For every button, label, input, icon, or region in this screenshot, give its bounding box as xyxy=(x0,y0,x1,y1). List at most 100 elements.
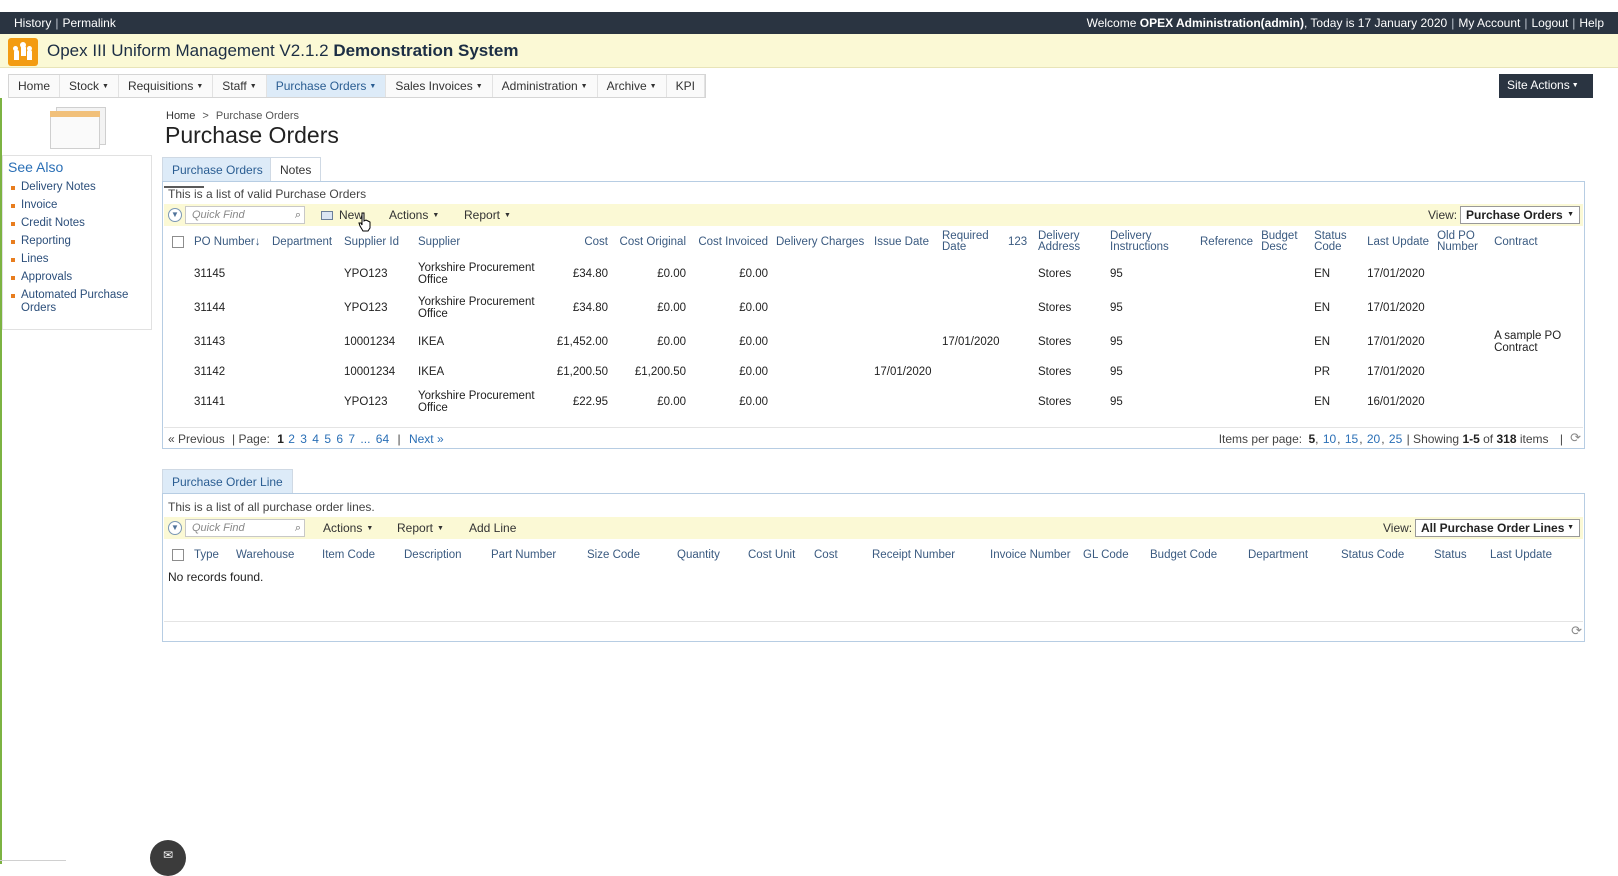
report-menu[interactable]: Report ▼ xyxy=(464,208,511,222)
my-account-link[interactable]: My Account xyxy=(1458,16,1520,30)
col-budget-code[interactable]: Budget Code xyxy=(1146,540,1244,570)
col-receipt-number[interactable]: Receipt Number xyxy=(868,540,986,570)
col-status-code[interactable]: Status Code xyxy=(1310,227,1363,257)
pol-actions-menu[interactable]: Actions ▼ xyxy=(323,521,373,535)
nav-requisitions[interactable]: Requisitions ▼ xyxy=(119,75,214,97)
col-department[interactable]: Department xyxy=(1244,540,1337,570)
col-status[interactable]: Status xyxy=(1430,540,1486,570)
nav-kpi[interactable]: KPI xyxy=(667,75,705,97)
search-icon[interactable]: ⌕ xyxy=(295,522,301,535)
tab-purchase-order-line[interactable]: Purchase Order Line xyxy=(162,469,293,493)
previous-link[interactable]: « Previous xyxy=(168,432,225,446)
col-type[interactable]: Type xyxy=(190,540,232,570)
col-cost-invoiced[interactable]: Cost Invoiced xyxy=(690,227,772,257)
col-budget-desc[interactable]: Budget Desc xyxy=(1257,227,1310,257)
nav-administration[interactable]: Administration ▼ xyxy=(493,75,598,97)
table-row[interactable]: 31141 YPO123 Yorkshire Procurement Offic… xyxy=(164,386,1585,418)
see-also-invoice[interactable]: Invoice xyxy=(9,199,149,212)
col-supplier[interactable]: Supplier xyxy=(414,227,550,257)
history-link[interactable]: History xyxy=(14,16,51,30)
col-cost[interactable]: Cost xyxy=(810,540,868,570)
refresh-icon[interactable]: ⟳ xyxy=(1571,623,1582,639)
po-number-link[interactable]: 31145 xyxy=(190,257,268,291)
select-all-checkbox[interactable] xyxy=(172,548,184,561)
po-number-link[interactable]: 31144 xyxy=(190,291,268,325)
tab-purchase-orders[interactable]: Purchase Orders xyxy=(162,157,273,181)
add-line-button[interactable]: Add Line xyxy=(469,521,516,535)
page-link[interactable]: 5 xyxy=(324,432,331,446)
po-number-link[interactable]: 31142 xyxy=(190,358,268,386)
help-link[interactable]: Help xyxy=(1579,16,1604,30)
actions-menu[interactable]: Actions ▼ xyxy=(389,208,439,222)
po-number-link[interactable]: 31141 xyxy=(190,386,268,418)
col-status-code[interactable]: Status Code xyxy=(1337,540,1430,570)
col-required-date[interactable]: Required Date xyxy=(938,227,1004,257)
page-link[interactable]: 2 xyxy=(288,432,295,446)
page-link[interactable]: 7 xyxy=(348,432,355,446)
col-old-po-number[interactable]: Old PO Number xyxy=(1433,227,1490,257)
col-po-number[interactable]: PO Number↓ xyxy=(190,227,268,257)
breadcrumb-home[interactable]: Home xyxy=(166,110,195,122)
po-quick-find-input[interactable]: Quick Find ⌕ xyxy=(185,206,305,224)
table-row[interactable]: 31142 10001234 IKEA £1,200.50 £1,200.50 … xyxy=(164,358,1585,386)
col-warehouse[interactable]: Warehouse xyxy=(232,540,318,570)
col-last-update[interactable]: Last Update xyxy=(1486,540,1585,570)
page-link[interactable]: 64 xyxy=(376,432,389,446)
col-quantity[interactable]: Quantity xyxy=(673,540,744,570)
see-also-reporting[interactable]: Reporting xyxy=(9,235,149,248)
view-select[interactable]: Purchase Orders ▼ xyxy=(1460,206,1580,224)
col-cost-unit[interactable]: Cost Unit xyxy=(744,540,810,570)
col-contract[interactable]: Contract xyxy=(1490,227,1585,257)
col-delivery-charges[interactable]: Delivery Charges xyxy=(772,227,870,257)
permalink-link[interactable]: Permalink xyxy=(62,16,115,30)
col-description[interactable]: Description xyxy=(400,540,487,570)
col-cost-original[interactable]: Cost Original xyxy=(612,227,690,257)
po-number-link[interactable]: 31143 xyxy=(190,325,268,358)
nav-purchase-orders[interactable]: Purchase Orders ▼ xyxy=(266,75,387,97)
col-cost[interactable]: Cost xyxy=(550,227,612,257)
col-item-code[interactable]: Item Code xyxy=(318,540,400,570)
see-also-credit-notes[interactable]: Credit Notes xyxy=(9,217,149,230)
pol-view-select[interactable]: All Purchase Order Lines ▼ xyxy=(1415,519,1580,537)
ipp-option[interactable]: 20 xyxy=(1367,432,1380,446)
page-link[interactable]: 3 xyxy=(300,432,307,446)
table-row[interactable]: 31145 YPO123 Yorkshire Procurement Offic… xyxy=(164,257,1585,291)
table-row[interactable]: 31143 10001234 IKEA £1,452.00 £0.00 £0.0… xyxy=(164,325,1585,358)
search-icon[interactable]: ⌕ xyxy=(295,209,301,222)
col-issue-date[interactable]: Issue Date xyxy=(870,227,938,257)
tab-notes[interactable]: Notes xyxy=(270,157,322,181)
col-delivery-instructions[interactable]: Delivery Instructions xyxy=(1106,227,1196,257)
new-button[interactable]: New xyxy=(321,208,363,222)
nav-home[interactable]: Home xyxy=(9,75,61,97)
nav-staff[interactable]: Staff ▼ xyxy=(213,75,267,97)
select-all-checkbox[interactable] xyxy=(172,235,184,248)
col-last-update[interactable]: Last Update xyxy=(1363,227,1433,257)
collapse-chevron-icon[interactable]: ▼ xyxy=(168,208,182,222)
pol-quick-find-input[interactable]: Quick Find ⌕ xyxy=(185,519,305,537)
page-link[interactable]: 6 xyxy=(336,432,343,446)
col-delivery-address[interactable]: Delivery Address xyxy=(1034,227,1106,257)
pol-report-menu[interactable]: Report ▼ xyxy=(397,521,444,535)
site-actions-button[interactable]: Site Actions ▼ xyxy=(1499,74,1593,98)
col-supplier-id[interactable]: Supplier Id xyxy=(340,227,414,257)
see-also-lines[interactable]: Lines xyxy=(9,253,149,266)
mail-button[interactable]: ✉ xyxy=(150,840,186,876)
col-123[interactable]: 123 xyxy=(1004,227,1034,257)
next-link[interactable]: Next » xyxy=(409,432,444,446)
ipp-option[interactable]: 25 xyxy=(1389,432,1402,446)
nav-stock[interactable]: Stock ▼ xyxy=(60,75,119,97)
col-department[interactable]: Department xyxy=(268,227,340,257)
refresh-icon[interactable]: ⟳ xyxy=(1570,430,1581,446)
see-also-approvals[interactable]: Approvals xyxy=(9,271,149,284)
page-ellipsis[interactable]: ... xyxy=(360,432,370,446)
col-size-code[interactable]: Size Code xyxy=(583,540,673,570)
ipp-option[interactable]: 15 xyxy=(1345,432,1358,446)
ipp-option[interactable]: 10 xyxy=(1323,432,1336,446)
page-link[interactable]: 4 xyxy=(312,432,319,446)
nav-archive[interactable]: Archive ▼ xyxy=(598,75,667,97)
col-reference[interactable]: Reference xyxy=(1196,227,1257,257)
col-invoice-number[interactable]: Invoice Number xyxy=(986,540,1079,570)
col-gl-code[interactable]: GL Code xyxy=(1079,540,1146,570)
col-part-number[interactable]: Part Number xyxy=(487,540,583,570)
table-row[interactable]: 31144 YPO123 Yorkshire Procurement Offic… xyxy=(164,291,1585,325)
